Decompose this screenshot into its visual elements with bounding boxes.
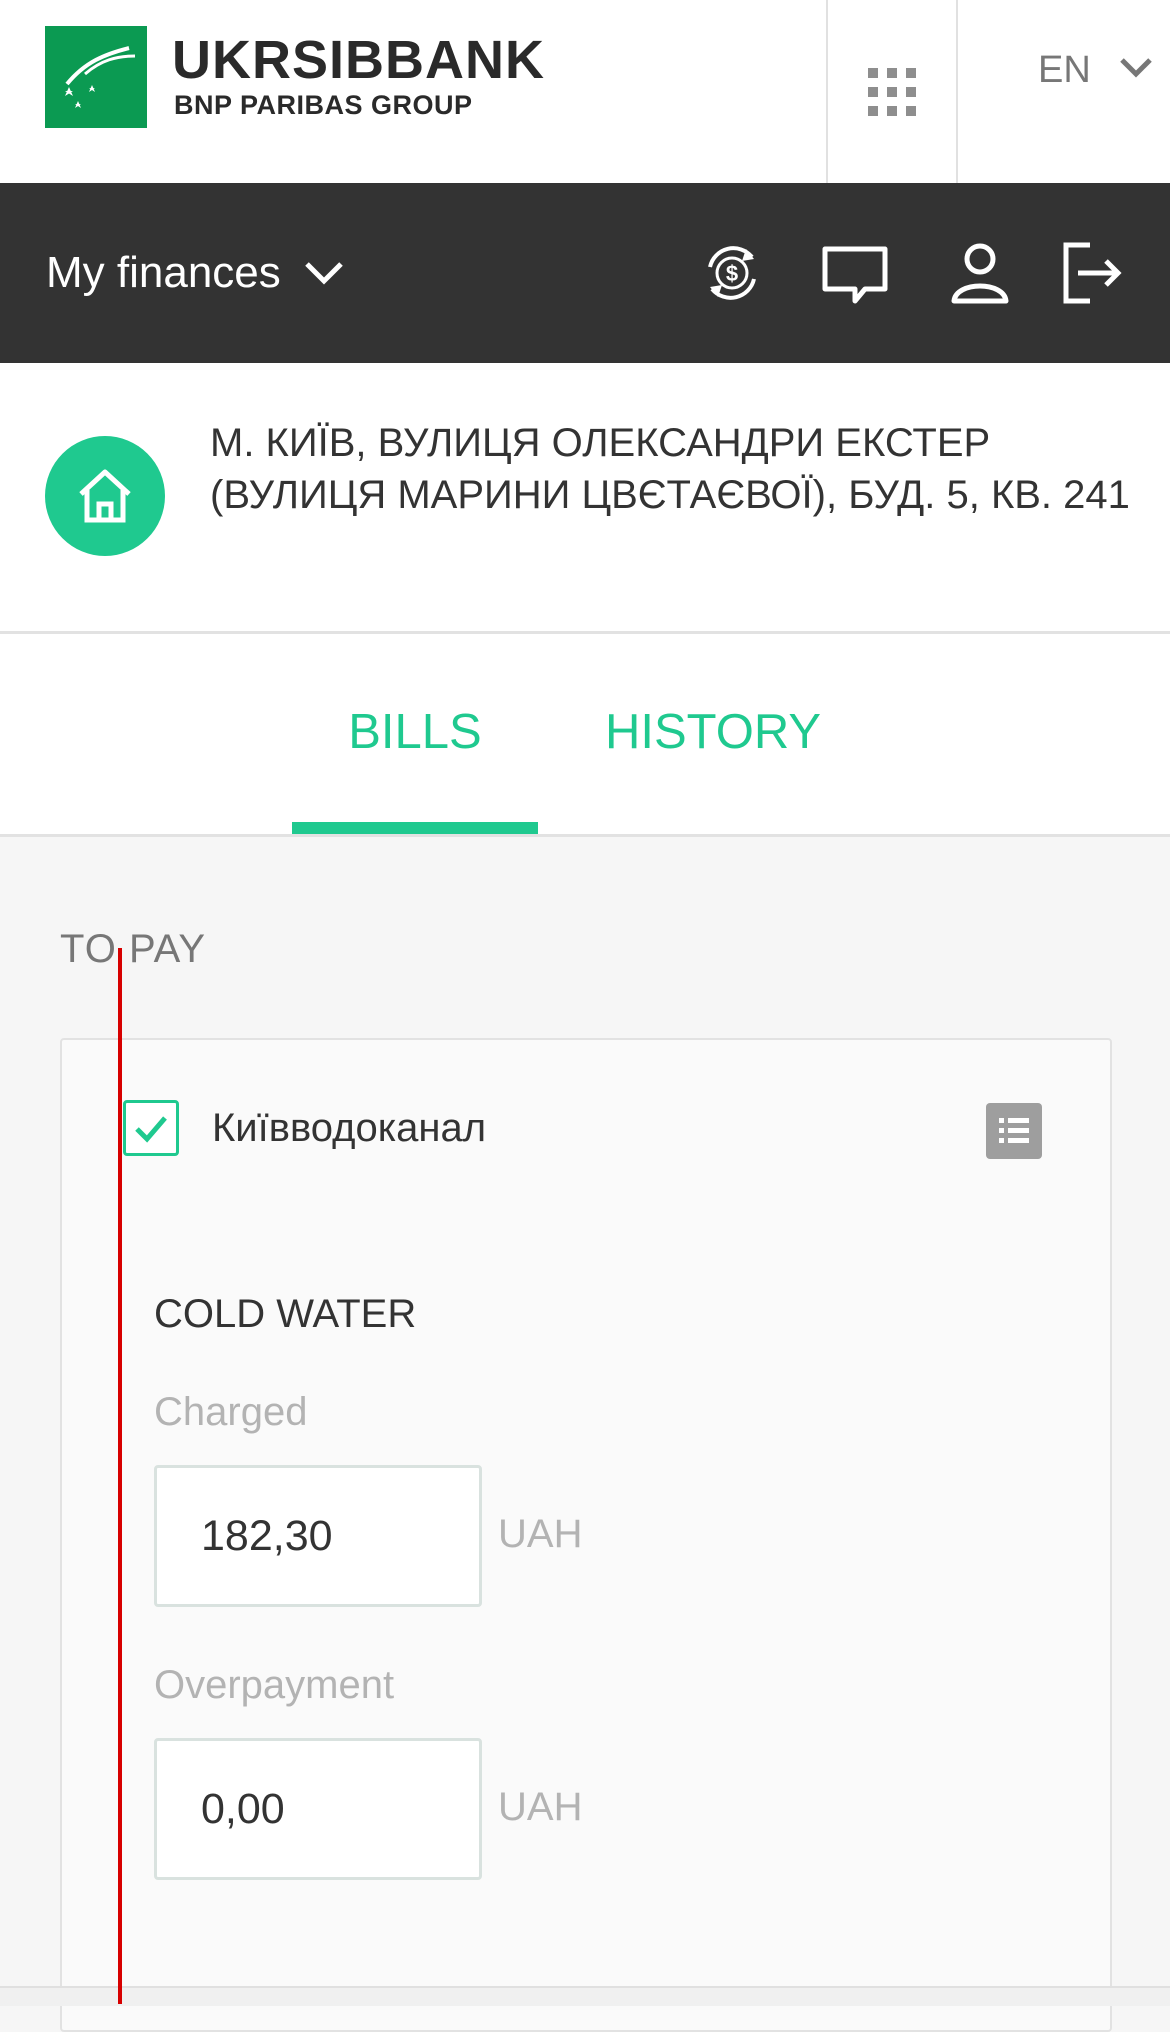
- language-label: EN: [1038, 49, 1091, 91]
- logout-icon: [1063, 242, 1122, 304]
- charged-amount-input[interactable]: [154, 1465, 482, 1607]
- profile-icon: [951, 243, 1009, 304]
- overpayment-currency: UAH: [498, 1785, 583, 1829]
- overpayment-amount-input[interactable]: [154, 1738, 482, 1880]
- service-name: COLD WATER: [154, 1292, 417, 1336]
- currency-exchange-icon: $: [708, 246, 756, 300]
- active-tab-indicator: [292, 822, 538, 834]
- apps-grid-icon: [868, 67, 916, 116]
- brand-group: BNP PARIBAS GROUP: [174, 90, 473, 120]
- guide-line: [118, 948, 122, 2004]
- tab-history[interactable]: HISTORY: [575, 634, 851, 834]
- currency-exchange-button[interactable]: $: [692, 233, 772, 313]
- home-icon-badge: [45, 436, 165, 556]
- main-navbar: My finances $: [0, 183, 1170, 363]
- top-header: UKRSIBBANK BNP PARIBAS GROUP EN: [0, 0, 1170, 183]
- overpayment-label: Overpayment: [154, 1663, 395, 1707]
- profile-button[interactable]: [940, 233, 1020, 313]
- home-icon: [79, 469, 131, 523]
- charged-label: Charged: [154, 1390, 308, 1434]
- checkmark-icon: [135, 1116, 167, 1143]
- my-finances-label: My finances: [46, 248, 281, 297]
- bottom-edge: [0, 1986, 1170, 2006]
- bank-logo: [45, 26, 147, 128]
- tab-bills[interactable]: BILLS: [292, 634, 538, 834]
- address-card: М. КИЇВ, ВУЛИЦЯ ОЛЕКСАНДРИ ЕКСТЕР (ВУЛИЦ…: [0, 363, 1170, 634]
- chevron-down-icon: [304, 262, 343, 285]
- tab-bills-label: BILLS: [348, 705, 482, 759]
- stars-logo-icon: [65, 46, 136, 108]
- list-icon: [999, 1118, 1029, 1143]
- brand-name: UKRSIBBANK: [172, 30, 545, 90]
- svg-text:$: $: [726, 261, 738, 286]
- provider-name: Київводоканал: [212, 1106, 487, 1150]
- bill-details-button[interactable]: [986, 1103, 1042, 1159]
- my-finances-menu[interactable]: My finances: [46, 183, 345, 363]
- chat-icon: [822, 246, 888, 304]
- bill-select-checkbox[interactable]: [123, 1100, 179, 1156]
- section-title: TO PAY: [60, 927, 207, 971]
- chevron-down-icon: [1120, 58, 1152, 78]
- language-selector[interactable]: EN: [958, 0, 1170, 183]
- apps-menu-button[interactable]: [828, 0, 956, 183]
- charged-currency: UAH: [498, 1512, 583, 1556]
- tab-history-label: HISTORY: [604, 705, 822, 759]
- messages-button[interactable]: [815, 233, 895, 313]
- bills-tabs: BILLS HISTORY: [0, 634, 1170, 837]
- address-text: М. КИЇВ, ВУЛИЦЯ ОЛЕКСАНДРИ ЕКСТЕР (ВУЛИЦ…: [210, 421, 1130, 517]
- logout-button[interactable]: [1052, 233, 1132, 313]
